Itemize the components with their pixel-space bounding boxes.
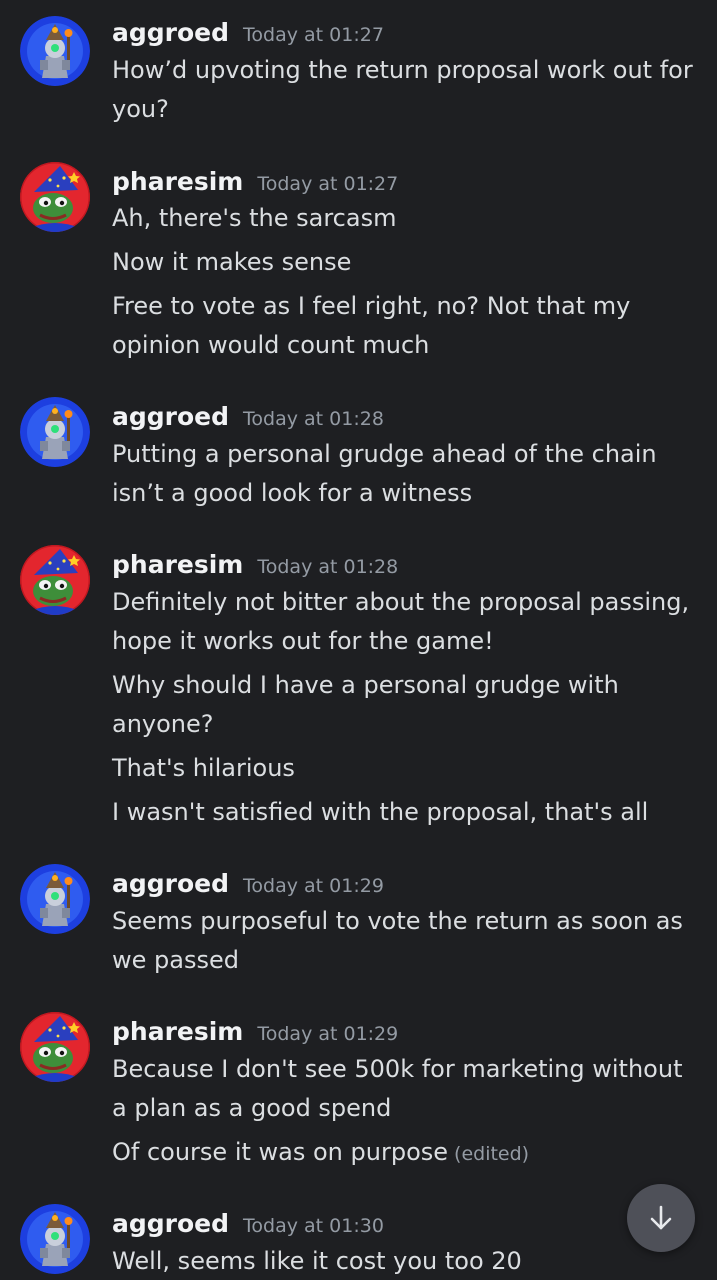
message-text: hope it works out for the game! bbox=[112, 627, 494, 655]
message-text: That's hilarious bbox=[112, 754, 295, 782]
message-text: a plan as a good spend bbox=[112, 1094, 392, 1122]
message-text: Now it makes sense bbox=[112, 248, 352, 276]
message-text: we passed bbox=[112, 946, 239, 974]
message-text: isn’t a good look for a witness bbox=[112, 479, 473, 507]
timestamp: Today at 01:28 bbox=[257, 556, 399, 578]
timestamp: Today at 01:27 bbox=[257, 173, 399, 195]
message-text: How’d upvoting the return proposal work … bbox=[112, 56, 693, 84]
timestamp: Today at 01:29 bbox=[257, 1023, 399, 1045]
edited-label: (edited) bbox=[454, 1143, 530, 1165]
timestamp: Today at 01:28 bbox=[243, 408, 384, 430]
pepe-wizard-avatar-icon[interactable] bbox=[20, 162, 90, 232]
message-text: Putting a personal grudge ahead of the c… bbox=[112, 440, 657, 468]
message-text: Why should I have a personal grudge with bbox=[112, 671, 619, 699]
message-text: I wasn't satisfied with the proposal, th… bbox=[112, 798, 649, 826]
username[interactable]: pharesim bbox=[112, 1015, 243, 1049]
jump-to-bottom-button[interactable] bbox=[627, 1184, 695, 1252]
message-text: Ah, there's the sarcasm bbox=[112, 204, 397, 232]
message-header: aggroed Today at 01:27 bbox=[112, 16, 384, 50]
message-text: Free to vote as I feel right, no? Not th… bbox=[112, 292, 631, 320]
pepe-wizard-avatar-icon[interactable] bbox=[20, 1012, 90, 1082]
message-header: pharesim Today at 01:27 bbox=[112, 165, 398, 199]
message-text-content: Of course it was on purpose bbox=[112, 1138, 449, 1166]
message-text: Of course it was on purpose (edited) bbox=[112, 1133, 702, 1174]
message-header: pharesim Today at 01:29 bbox=[112, 1015, 398, 1049]
message-header: aggroed Today at 01:28 bbox=[112, 400, 384, 434]
timestamp: Today at 01:30 bbox=[243, 1215, 384, 1237]
wizard-robot-avatar-icon[interactable] bbox=[20, 864, 90, 934]
arrow-down-icon bbox=[650, 1205, 672, 1230]
message-header: aggroed Today at 01:30 bbox=[112, 1207, 384, 1241]
username[interactable]: aggroed bbox=[112, 1207, 229, 1241]
timestamp: Today at 01:29 bbox=[243, 875, 384, 897]
message-text: Seems purposeful to vote the return as s… bbox=[112, 907, 683, 935]
username[interactable]: pharesim bbox=[112, 165, 243, 199]
message-text: you? bbox=[112, 95, 169, 123]
username[interactable]: aggroed bbox=[112, 400, 229, 434]
timestamp: Today at 01:27 bbox=[243, 24, 384, 46]
message-header: pharesim Today at 01:28 bbox=[112, 548, 398, 582]
username[interactable]: pharesim bbox=[112, 548, 243, 582]
wizard-robot-avatar-icon[interactable] bbox=[20, 1204, 90, 1274]
message-header: aggroed Today at 01:29 bbox=[112, 867, 384, 901]
username[interactable]: aggroed bbox=[112, 16, 229, 50]
message-text: anyone? bbox=[112, 710, 214, 738]
message-text: Because I don't see 500k for marketing w… bbox=[112, 1055, 683, 1083]
message-text: Well, seems like it cost you too 20 bbox=[112, 1247, 522, 1275]
pepe-wizard-avatar-icon[interactable] bbox=[20, 545, 90, 615]
chat-message-list[interactable]: aggroed Today at 01:27 How’d upvoting th… bbox=[0, 0, 717, 1280]
message-text: Definitely not bitter about the proposal… bbox=[112, 588, 690, 616]
wizard-robot-avatar-icon[interactable] bbox=[20, 16, 90, 86]
wizard-robot-avatar-icon[interactable] bbox=[20, 397, 90, 467]
message-text: opinion would count much bbox=[112, 331, 430, 359]
username[interactable]: aggroed bbox=[112, 867, 229, 901]
